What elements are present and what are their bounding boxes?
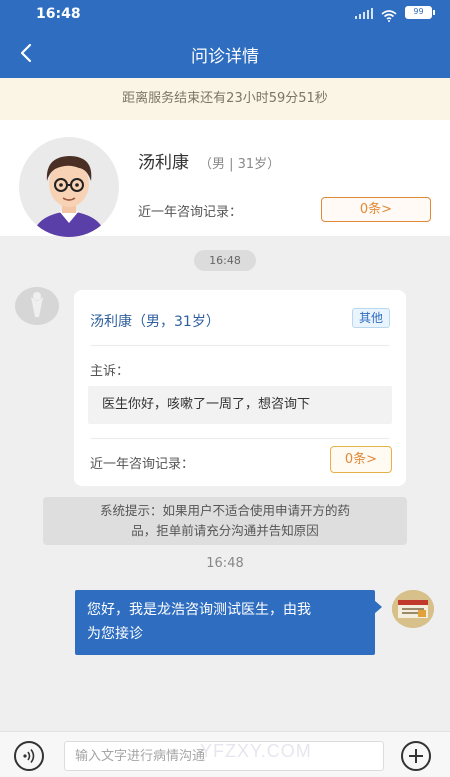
doctor-message-bubble: 您好，我是龙浩咨询测试医生，由我 为您接诊: [75, 590, 382, 655]
input-bar: [0, 731, 450, 777]
patient-meta: （男 | 31岁）: [199, 157, 281, 172]
status-time: 16:48: [36, 6, 81, 22]
battery-icon: 99: [405, 6, 435, 19]
patient-name-row: 汤利康 （男 | 31岁）: [138, 148, 280, 173]
signal-icon: [355, 7, 373, 19]
chat-timestamp: 16:48: [194, 250, 256, 271]
inquiry-category-tag: 其他: [352, 308, 390, 328]
system-tip-line: 品，拒单前请充分沟通并告知原因: [131, 523, 319, 538]
voice-icon: [23, 749, 35, 763]
wifi-icon: [381, 7, 397, 22]
doctor-avatar: [392, 590, 434, 628]
service-countdown-banner: 距离服务结束还有23小时59分51秒: [0, 78, 450, 120]
inquiry-record-label: 近一年咨询记录：: [90, 457, 195, 472]
voice-button[interactable]: [14, 741, 44, 771]
status-icons: 99: [355, 6, 435, 22]
patient-name: 汤利康: [138, 153, 189, 173]
plus-circle-icon[interactable]: [401, 741, 431, 771]
inquiry-card: 汤利康（男，31岁） 其他 主诉： 医生你好，咳嗽了一周了，想咨询下 近一年咨询…: [74, 290, 406, 486]
system-tip-line: 系统提示：如果用户不适合使用申请开方的药: [99, 503, 350, 518]
divider: [90, 345, 390, 346]
system-tip: 系统提示：如果用户不适合使用申请开方的药 品，拒单前请充分沟通并告知原因: [43, 497, 407, 545]
status-bar: 16:48 99: [0, 0, 450, 28]
divider: [90, 438, 390, 439]
page-title: 问诊详情: [191, 47, 259, 67]
top-bar: 16:48 99 问诊详情: [0, 0, 450, 78]
patient-avatar: [19, 137, 119, 237]
patient-card: 汤利康 （男 | 31岁） 近一年咨询记录： 0条>: [0, 120, 450, 237]
message-input[interactable]: [64, 741, 384, 771]
nav-bar: 问诊详情: [0, 28, 450, 78]
complaint-text: 医生你好，咳嗽了一周了，想咨询下: [88, 386, 392, 424]
user-avatar: [15, 287, 59, 325]
complaint-label: 主诉：: [90, 364, 130, 379]
doctor-message-line: 为您接诊: [87, 626, 143, 642]
chat-timestamp: 16:48: [206, 556, 244, 571]
inquiry-record-button[interactable]: 0条>: [330, 446, 392, 473]
patient-record-label: 近一年咨询记录：: [138, 205, 243, 220]
patient-record-button[interactable]: 0条>: [321, 197, 431, 222]
doctor-message-line: 您好，我是龙浩咨询测试医生，由我: [87, 602, 311, 618]
inquiry-patient-name: 汤利康（男，31岁）: [90, 314, 220, 330]
